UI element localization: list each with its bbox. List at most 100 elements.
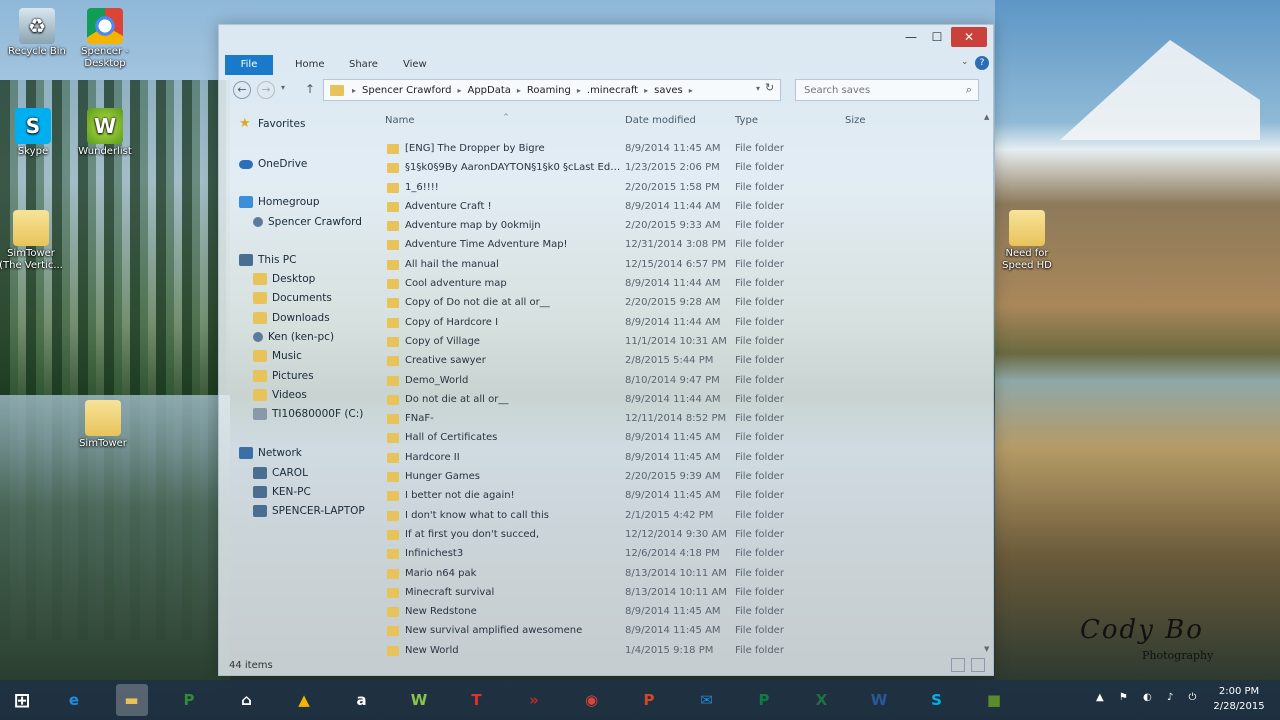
large-icons-view-icon[interactable]	[971, 658, 985, 672]
table-row[interactable]: All hail the manual 12/15/2014 6:57 PM Fil…	[381, 255, 981, 274]
taskbar-app-file-explorer[interactable]: ▬	[115, 684, 148, 716]
table-row[interactable]: Adventure map by 0okmijn 2/20/2015 9:33 A…	[381, 216, 981, 235]
desktop-icon-wunderlist[interactable]: W Wunderlist	[70, 108, 140, 158]
nav-homegroup-user[interactable]: Spencer Crawford	[253, 213, 362, 231]
column-header-type[interactable]: Type	[735, 115, 758, 126]
table-row[interactable]: Creative sawyer 2/8/2015 5:44 PM File fold…	[381, 351, 981, 370]
table-row[interactable]: §1§k0§9By AaronDAYTON§1§k0 §cLast Edi...…	[381, 158, 981, 177]
chevron-right-icon[interactable]: ▸	[689, 86, 693, 95]
table-row[interactable]: Infinichest3 12/6/2014 4:18 PM File folder	[381, 544, 981, 563]
nav-network[interactable]: Network	[239, 444, 302, 462]
tab-file[interactable]: File	[225, 55, 273, 75]
maximize-button[interactable]: ☐	[925, 27, 949, 47]
table-row[interactable]: Mario n64 pak 8/13/2014 10:11 AM File fold…	[381, 564, 981, 583]
nav-pictures[interactable]: Pictures	[253, 367, 314, 385]
minimize-button[interactable]: —	[899, 27, 923, 47]
column-header-size[interactable]: Size	[845, 115, 866, 126]
taskbar-app-google-drive[interactable]: ▲	[288, 684, 320, 716]
tab-view[interactable]: View	[393, 55, 437, 75]
nav-ken-pc[interactable]: KEN-PC	[253, 483, 311, 501]
column-header-name[interactable]: Name ^	[385, 113, 509, 126]
table-row[interactable]: Adventure Craft ! 8/9/2014 11:44 AM File f…	[381, 197, 981, 216]
taskbar-app-mail[interactable]: ✉	[691, 684, 723, 716]
nav-carol[interactable]: CAROL	[253, 464, 308, 482]
back-button[interactable]: ←	[233, 81, 251, 99]
desktop-icon-spencer-desktop[interactable]: Spencer - Desktop	[70, 8, 140, 70]
taskbar-app-minecraft[interactable]: ■	[978, 684, 1010, 716]
taskbar-app-home[interactable]: ⌂	[231, 684, 263, 716]
breadcrumb-minecraft[interactable]: .minecraft	[587, 85, 638, 96]
chevron-right-icon[interactable]: ▸	[577, 86, 581, 95]
column-header-date[interactable]: Date modified	[625, 115, 696, 126]
search-icon[interactable]: ⌕	[966, 83, 972, 97]
desktop-icon-recycle-bin[interactable]: ♻ Recycle Bin	[2, 8, 72, 58]
taskbar-app-powerpoint[interactable]: P	[633, 684, 665, 716]
breadcrumb-saves[interactable]: saves	[654, 85, 683, 96]
nav-onedrive[interactable]: OneDrive	[239, 155, 307, 173]
nav-downloads[interactable]: Downloads	[253, 309, 330, 327]
nav-drive-c[interactable]: TI10680000F (C:)	[253, 405, 363, 423]
table-row[interactable]: Cool adventure map 8/9/2014 11:44 AM File …	[381, 274, 981, 293]
start-button[interactable]: ⊞	[6, 684, 38, 716]
table-row[interactable]: FNaF- 12/11/2014 8:52 PM File folder	[381, 409, 981, 428]
scroll-up-icon[interactable]: ▲	[984, 113, 989, 121]
table-row[interactable]: Copy of Hardcore I 8/9/2014 11:44 AM File …	[381, 313, 981, 332]
table-row[interactable]: Adventure Time Adventure Map! 12/31/2014 …	[381, 235, 981, 254]
taskbar-app-publisher[interactable]: P	[748, 684, 780, 716]
table-row[interactable]: I don't know what to call this 2/1/2015 4…	[381, 506, 981, 525]
recent-locations-icon[interactable]: ▾	[281, 83, 285, 92]
taskbar-app-project[interactable]: P	[173, 684, 205, 716]
table-row[interactable]: Minecraft survival 8/13/2014 10:11 AM File…	[381, 583, 981, 602]
nav-ken[interactable]: Ken (ken-pc)	[253, 328, 334, 346]
taskbar-app-tumblr-t[interactable]: T	[461, 684, 493, 716]
table-row[interactable]: New World 1/4/2015 9:18 PM File folder	[381, 641, 981, 657]
taskbar-app-skype[interactable]: S	[921, 684, 953, 716]
taskbar-app-amazon[interactable]: a	[346, 684, 378, 716]
nav-desktop[interactable]: Desktop	[253, 270, 315, 288]
taskbar-app-chrome[interactable]: ◉	[576, 684, 608, 716]
tab-share[interactable]: Share	[339, 55, 388, 75]
taskbar-app-media[interactable]: »	[518, 684, 550, 716]
chevron-right-icon[interactable]: ▸	[457, 86, 461, 95]
taskbar-app-wunderlist[interactable]: W	[403, 684, 435, 716]
tab-home[interactable]: Home	[285, 55, 335, 75]
nav-homegroup[interactable]: Homegroup	[239, 193, 320, 211]
table-row[interactable]: [ENG] The Dropper by Bigre 8/9/2014 11:45…	[381, 139, 981, 158]
vertical-scrollbar[interactable]: ▲ ▼	[983, 109, 993, 657]
desktop-icon-simtower-vertical[interactable]: SimTower (The Vertic...	[0, 210, 66, 272]
refresh-icon[interactable]: ↻	[765, 81, 774, 94]
up-button[interactable]: ↑	[305, 82, 315, 96]
breadcrumb-spencer-crawford[interactable]: Spencer Crawford	[362, 85, 451, 96]
nav-favorites[interactable]: ★ Favorites	[239, 115, 305, 133]
desktop-icon-skype[interactable]: S Skype	[0, 108, 68, 158]
table-row[interactable]: If at first you don't succed, 12/12/2014 …	[381, 525, 981, 544]
table-row[interactable]: I better not die again! 8/9/2014 11:45 AM…	[381, 486, 981, 505]
table-row[interactable]: New survival amplified awesomene 8/9/2014…	[381, 621, 981, 640]
taskbar-app-excel[interactable]: X	[806, 684, 838, 716]
chevron-right-icon[interactable]: ▸	[352, 86, 356, 95]
nav-videos[interactable]: Videos	[253, 386, 307, 404]
nav-music[interactable]: Music	[253, 347, 302, 365]
help-icon[interactable]: ?	[975, 56, 989, 70]
table-row[interactable]: Copy of Do not die at all or__ 2/20/2015 …	[381, 293, 981, 312]
clock[interactable]: 2:00 PM 2/28/2015	[1204, 684, 1274, 714]
chevron-right-icon[interactable]: ▸	[517, 86, 521, 95]
table-row[interactable]: Demo_World 8/10/2014 9:47 PM File folder	[381, 371, 981, 390]
table-row[interactable]: 1_6!!!! 2/20/2015 1:58 PM File folder	[381, 178, 981, 197]
table-row[interactable]: Do not die at all or__ 8/9/2014 11:44 AM F…	[381, 390, 981, 409]
chevron-down-icon[interactable]: ⌄	[961, 57, 969, 67]
table-row[interactable]: Hall of Certificates 8/9/2014 11:45 AM Fil…	[381, 428, 981, 447]
address-bar[interactable]: ▸ Spencer Crawford ▸ AppData ▸ Roaming ▸…	[323, 79, 781, 101]
title-bar[interactable]: — ☐ ✕	[219, 25, 993, 53]
search-box[interactable]: ⌕	[795, 79, 979, 101]
chevron-right-icon[interactable]: ▸	[644, 86, 648, 95]
details-view-icon[interactable]	[951, 658, 965, 672]
taskbar-app-word[interactable]: W	[863, 684, 895, 716]
taskbar-app-internet-explorer[interactable]: e	[58, 684, 90, 716]
scroll-down-icon[interactable]: ▼	[984, 645, 989, 653]
table-row[interactable]: New Redstone 8/9/2014 11:45 AM File folder	[381, 602, 981, 621]
forward-button[interactable]: →	[257, 81, 275, 99]
chevron-down-icon[interactable]: ▾	[756, 84, 760, 93]
nav-spencer-laptop[interactable]: SPENCER-LAPTOP	[253, 502, 365, 520]
desktop-icon-need-for-speed[interactable]: Need for Speed HD	[994, 210, 1060, 272]
